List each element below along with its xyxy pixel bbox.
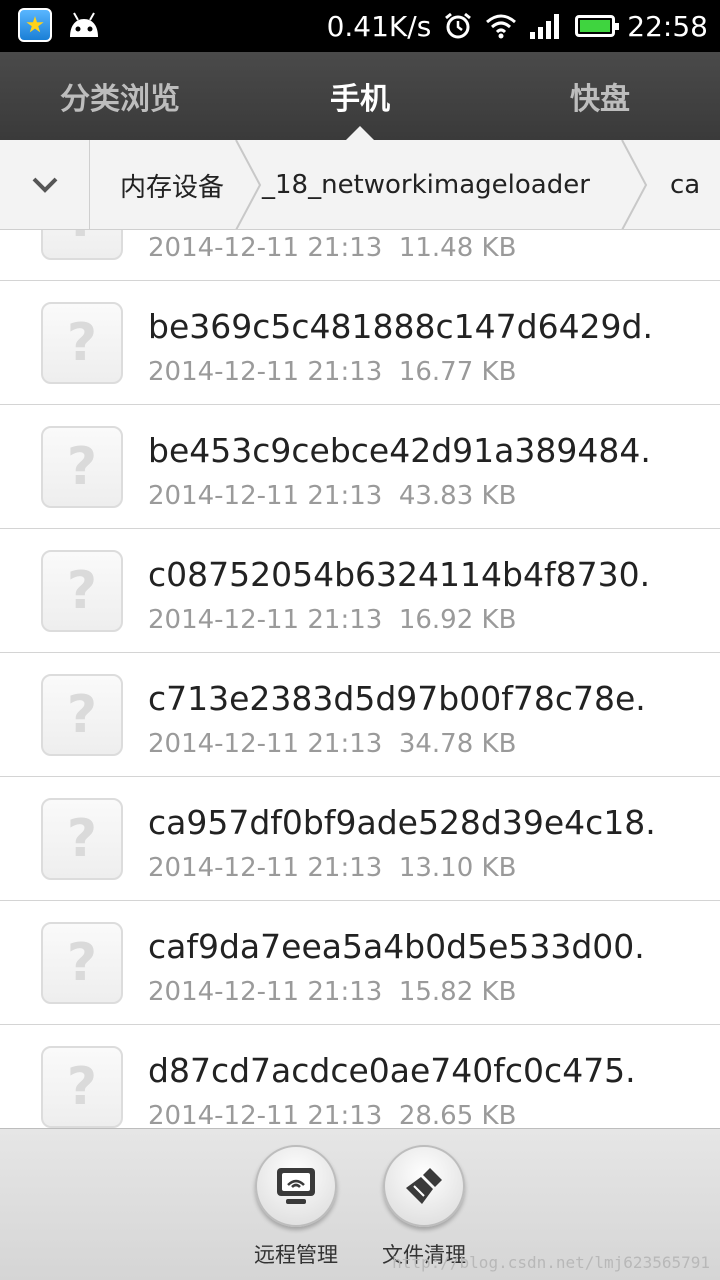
breadcrumb-label: _18_networkimageloader (262, 170, 590, 200)
tab-bar: 分类浏览 手机 快盘 (0, 52, 720, 140)
list-item[interactable]: ? c713e2383d5d97b00f78c78e. 2014-12-11 2… (0, 653, 720, 777)
unknown-file-icon: ? (41, 1046, 123, 1128)
file-date: 2014-12-11 21:13 (148, 729, 383, 759)
file-cleanup-button[interactable]: 文件清理 (369, 1145, 479, 1269)
breadcrumb-item-current[interactable]: ca (670, 140, 701, 229)
signal-icon (530, 14, 560, 39)
breadcrumb-label: ca (670, 170, 701, 200)
file-list: ? 2014-12-11 21:13 11.48 KB ? be369c5c48… (0, 230, 720, 1128)
list-item[interactable]: ? c08752054b6324114b4f8730. 2014-12-11 2… (0, 529, 720, 653)
file-date: 2014-12-11 21:13 (148, 357, 383, 387)
breadcrumb-separator-icon (235, 140, 262, 229)
tab-phone[interactable]: 手机 (240, 52, 480, 140)
unknown-file-icon: ? (41, 798, 123, 880)
file-name: ca957df0bf9ade528d39e4c18. (148, 803, 656, 842)
file-size: 43.83 KB (398, 481, 517, 511)
breadcrumb-item-folder[interactable]: _18_networkimageloader (262, 140, 590, 229)
unknown-file-icon: ? (41, 550, 123, 632)
android-icon (70, 12, 98, 37)
tab-label: 手机 (330, 82, 390, 117)
file-date: 2014-12-11 21:13 (148, 605, 383, 635)
wifi-icon (486, 14, 517, 39)
file-name: be369c5c481888c147d6429d. (148, 307, 653, 346)
file-meta: 2014-12-11 21:13 34.78 KB (148, 729, 516, 759)
breadcrumb-item-internal-storage[interactable]: 内存设备 (120, 140, 225, 229)
file-size: 13.10 KB (398, 853, 517, 883)
tab-label: 快盘 (570, 82, 630, 117)
file-size: 11.48 KB (398, 233, 517, 263)
path-dropdown-button[interactable] (0, 140, 90, 229)
clock: 22:58 (627, 9, 708, 43)
file-size: 16.92 KB (398, 605, 517, 635)
list-item[interactable]: ? ca957df0bf9ade528d39e4c18. 2014-12-11 … (0, 777, 720, 901)
tab-kuaipan[interactable]: 快盘 (480, 52, 720, 140)
file-meta: 2014-12-11 21:13 16.92 KB (148, 605, 516, 635)
unknown-file-icon: ? (41, 302, 123, 384)
file-date: 2014-12-11 21:13 (148, 853, 383, 883)
breadcrumb: 内存设备 _18_networkimageloader ca (0, 140, 720, 230)
tab-label: 分类浏览 (60, 82, 180, 117)
file-date: 2014-12-11 21:13 (148, 481, 383, 511)
bottom-action-bar: 远程管理 文件清理 http://blog.csdn.net/lmj623565… (0, 1128, 720, 1280)
network-speed: 0.41K/s (326, 9, 432, 43)
file-size: 15.82 KB (398, 977, 517, 1007)
tab-category-browse[interactable]: 分类浏览 (0, 52, 240, 140)
list-item[interactable]: ? be369c5c481888c147d6429d. 2014-12-11 2… (0, 281, 720, 405)
watermark: http://blog.csdn.net/lmj623565791 (392, 1253, 710, 1272)
file-meta: 2014-12-11 21:13 16.77 KB (148, 357, 516, 387)
file-size: 28.65 KB (398, 1101, 517, 1128)
file-date: 2014-12-11 21:13 (148, 977, 383, 1007)
alarm-icon (445, 12, 472, 39)
remote-monitor-icon (255, 1145, 337, 1227)
list-item[interactable]: ? be453c9cebce42d91a389484. 2014-12-11 2… (0, 405, 720, 529)
file-name: be453c9cebce42d91a389484. (148, 431, 651, 470)
action-label: 远程管理 (254, 1243, 338, 1267)
file-name: d87cd7acdce0ae740fc0c475. (148, 1051, 636, 1090)
unknown-file-icon: ? (41, 674, 123, 756)
file-meta: 2014-12-11 21:13 11.48 KB (148, 233, 516, 263)
list-item[interactable]: ? caf9da7eea5a4b0d5e533d00. 2014-12-11 2… (0, 901, 720, 1025)
breadcrumb-separator-icon (621, 140, 648, 229)
file-name: c713e2383d5d97b00f78c78e. (148, 679, 646, 718)
file-name: c08752054b6324114b4f8730. (148, 555, 651, 594)
breadcrumb-label: 内存设备 (120, 172, 225, 203)
file-meta: 2014-12-11 21:13 15.82 KB (148, 977, 516, 1007)
file-meta: 2014-12-11 21:13 13.10 KB (148, 853, 516, 883)
chevron-down-icon (32, 177, 57, 193)
unknown-file-icon: ? (41, 230, 123, 260)
broom-icon (383, 1145, 465, 1227)
file-date: 2014-12-11 21:13 (148, 233, 383, 263)
file-size: 34.78 KB (398, 729, 517, 759)
file-name: caf9da7eea5a4b0d5e533d00. (148, 927, 645, 966)
file-meta: 2014-12-11 21:13 28.65 KB (148, 1101, 516, 1128)
list-item[interactable]: ? 2014-12-11 21:13 11.48 KB (0, 230, 720, 281)
qq-icon (18, 8, 52, 42)
status-bar: 0.41K/s 22:58 (0, 0, 720, 52)
battery-icon (575, 15, 620, 37)
file-size: 16.77 KB (398, 357, 517, 387)
unknown-file-icon: ? (41, 426, 123, 508)
file-meta: 2014-12-11 21:13 43.83 KB (148, 481, 516, 511)
list-item[interactable]: ? d87cd7acdce0ae740fc0c475. 2014-12-11 2… (0, 1025, 720, 1128)
file-date: 2014-12-11 21:13 (148, 1101, 383, 1128)
remote-manage-button[interactable]: 远程管理 (241, 1145, 351, 1269)
unknown-file-icon: ? (41, 922, 123, 1004)
